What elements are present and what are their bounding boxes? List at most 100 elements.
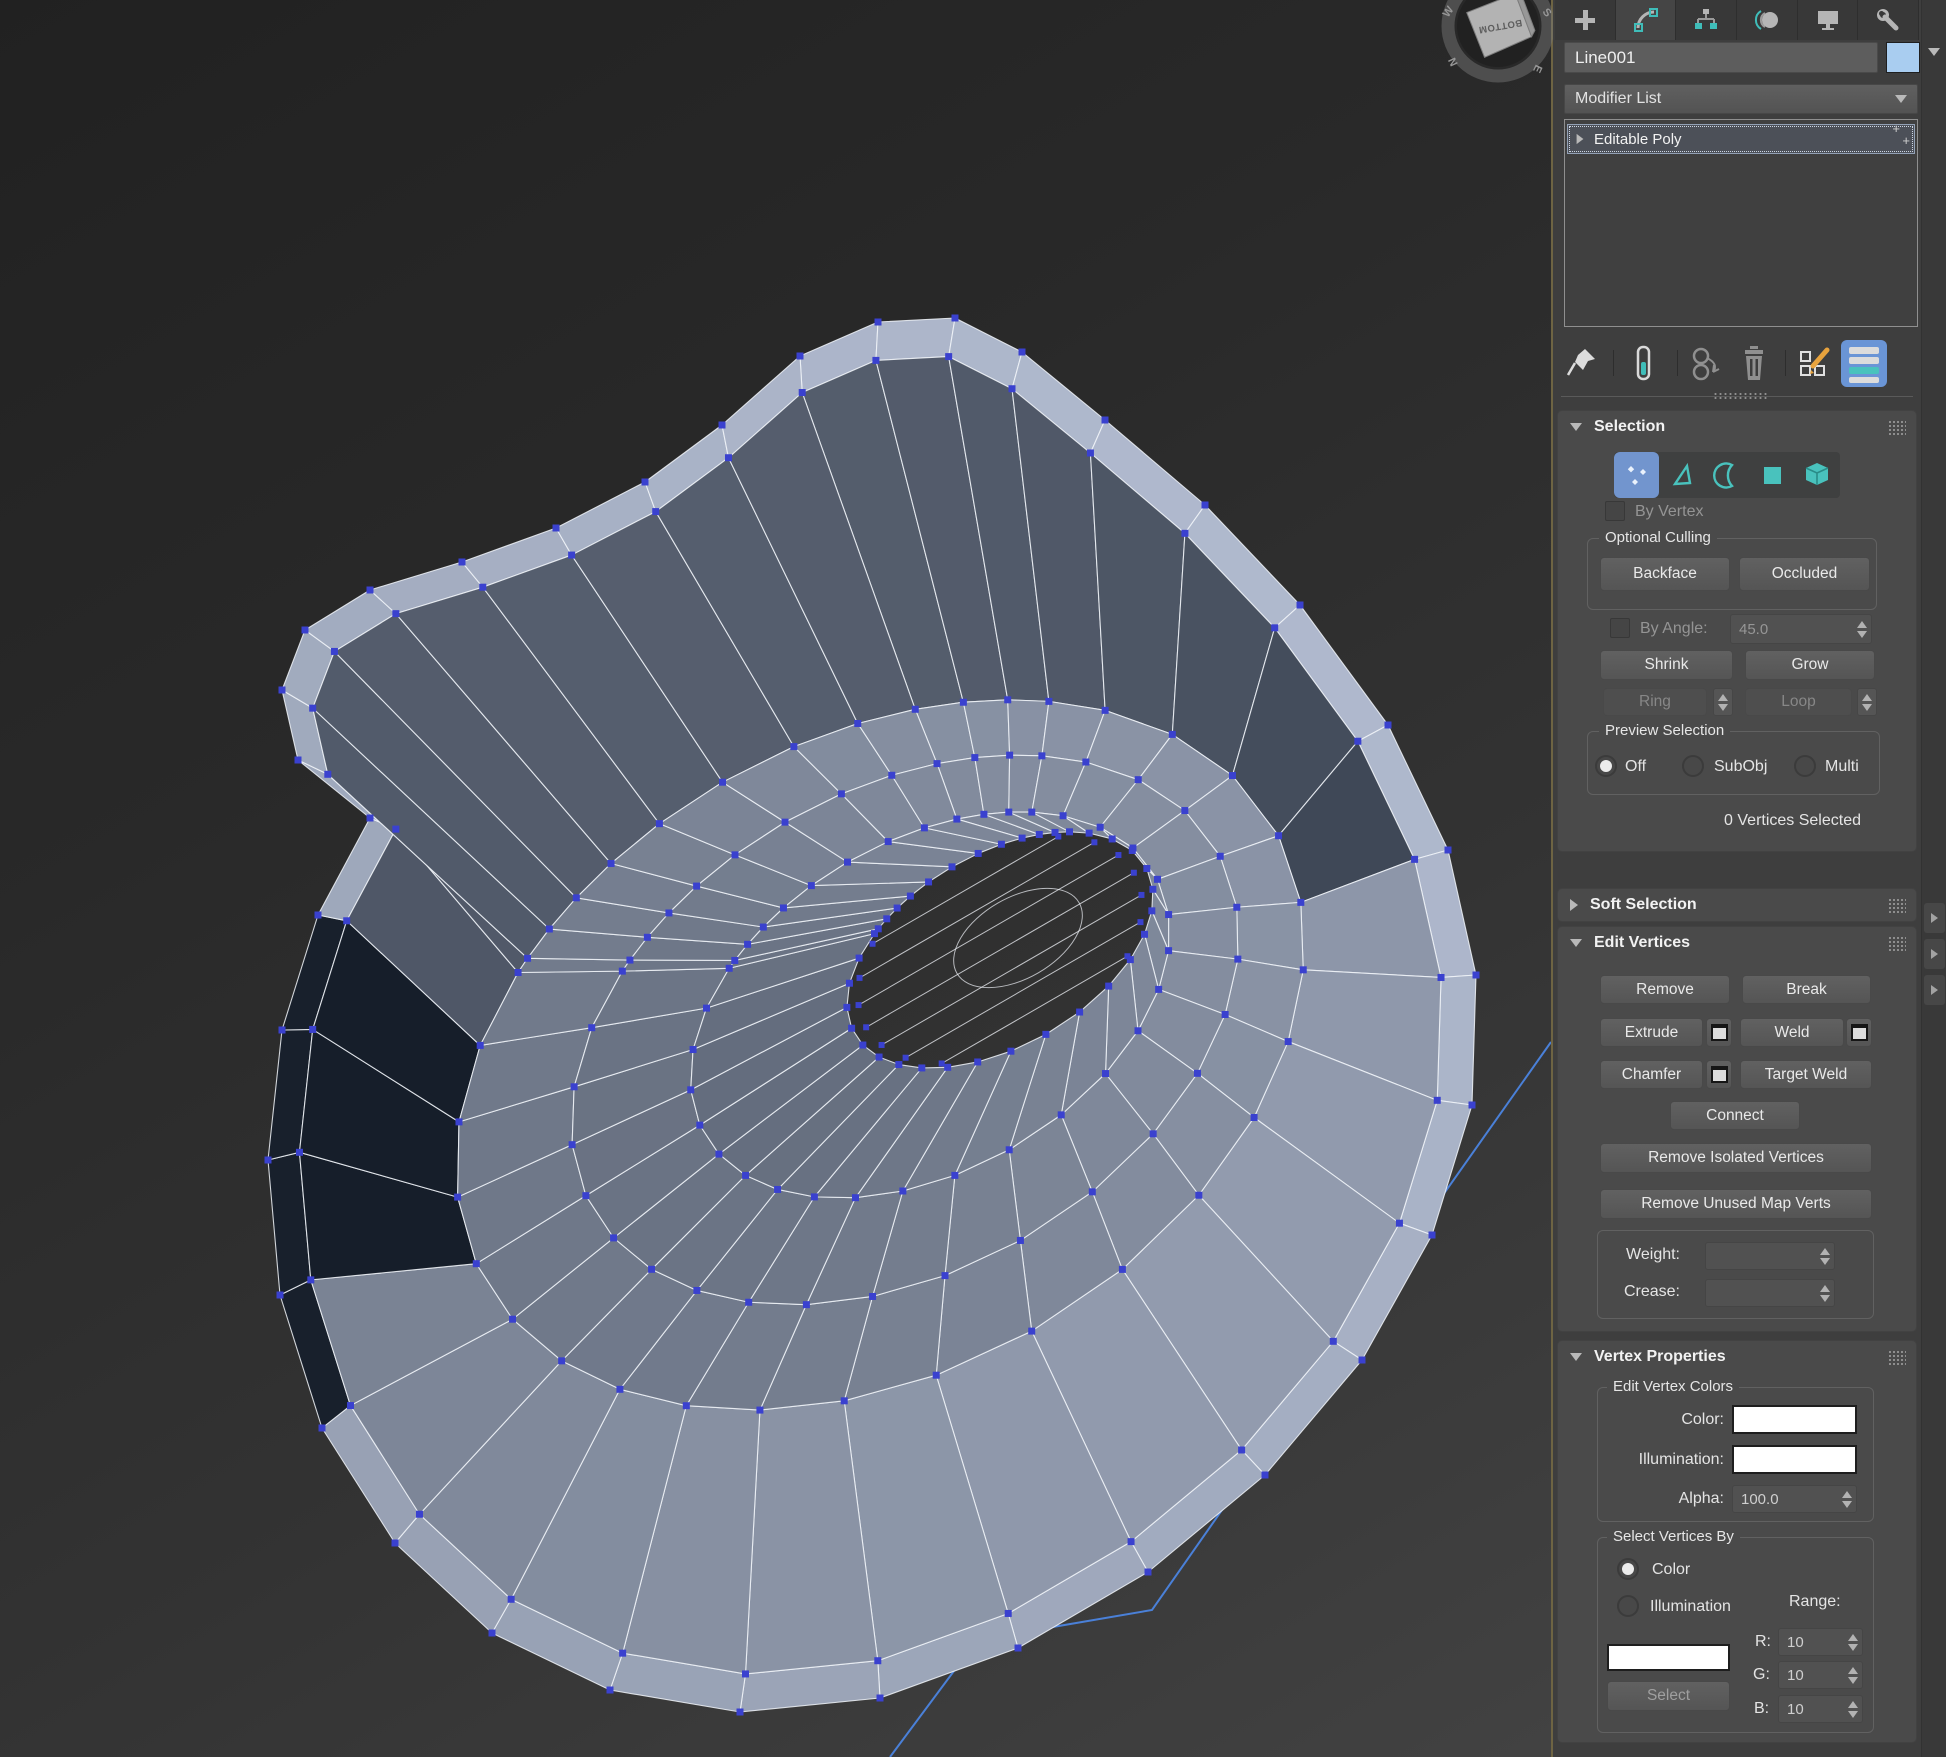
grow-button[interactable]: Grow [1745, 650, 1875, 680]
weight-value [1706, 1243, 1816, 1269]
chamfer-button[interactable]: Chamfer [1600, 1060, 1703, 1089]
rollout-edit-vertices-header[interactable]: Edit Vertices [1558, 927, 1916, 959]
shrink-button[interactable]: Shrink [1600, 650, 1733, 680]
spinner-arrows-icon[interactable] [1816, 1243, 1834, 1269]
g-spinner[interactable]: 10 [1778, 1661, 1863, 1689]
expand-arrow-icon[interactable] [1577, 134, 1584, 144]
rollout-selection-header[interactable]: Selection [1558, 411, 1916, 443]
select-by-illumination-radio[interactable] [1617, 1595, 1639, 1617]
break-button[interactable]: Break [1742, 975, 1871, 1004]
occluded-button[interactable]: Occluded [1739, 557, 1870, 591]
by-angle-spinner[interactable]: 45.0 [1730, 614, 1872, 644]
loop-spinner[interactable] [1857, 688, 1877, 716]
strip-chevron-down-icon[interactable] [1928, 48, 1940, 56]
edit-stack-button[interactable] [1841, 340, 1887, 387]
tab-hierarchy[interactable] [1676, 0, 1737, 40]
by-vertex-checkbox[interactable] [1605, 501, 1625, 521]
settings-window-icon [1851, 1024, 1868, 1041]
spinner-arrows-icon[interactable] [1844, 1696, 1862, 1722]
connect-button[interactable]: Connect [1670, 1101, 1800, 1130]
select-by-color-radio[interactable] [1617, 1558, 1639, 1580]
weld-button[interactable]: Weld [1740, 1018, 1844, 1047]
object-color-swatch[interactable] [1886, 42, 1920, 73]
extrude-settings-button[interactable] [1706, 1018, 1732, 1047]
toolbar-separator [1613, 350, 1614, 376]
show-end-result-icon [1629, 344, 1659, 384]
drag-handle-icon[interactable] [1888, 898, 1906, 913]
weight-spinner[interactable] [1705, 1242, 1835, 1270]
spinner-arrows-icon[interactable] [1838, 1486, 1856, 1512]
preview-multi-radio[interactable] [1794, 755, 1816, 777]
panel-resize-handle[interactable] [1713, 392, 1769, 399]
subobject-border-button[interactable] [1704, 452, 1749, 498]
stack-item-editable-poly[interactable]: Editable Poly + + [1567, 124, 1915, 154]
object-name-field[interactable]: Line001 [1564, 42, 1878, 73]
rollout-vertex-properties-header[interactable]: Vertex Properties [1558, 1341, 1916, 1373]
preview-subobj-label: SubObj [1714, 758, 1767, 776]
remove-unused-map-verts-button[interactable]: Remove Unused Map Verts [1600, 1189, 1872, 1219]
select-button[interactable]: Select [1607, 1681, 1730, 1711]
toolbar-separator [1677, 350, 1678, 376]
rollout-quick-button[interactable] [1924, 903, 1945, 933]
chamfer-settings-button[interactable] [1706, 1060, 1732, 1089]
preview-off-radio[interactable] [1595, 755, 1617, 777]
select-vertices-by-title: Select Vertices By [1607, 1528, 1740, 1545]
illumination-color-swatch[interactable] [1732, 1445, 1857, 1474]
crease-spinner[interactable] [1705, 1279, 1835, 1307]
loop-button[interactable]: Loop [1745, 688, 1852, 716]
selection-status: 0 Vertices Selected [1724, 812, 1861, 830]
color-label: Color: [1657, 1411, 1724, 1429]
r-spinner[interactable]: 10 [1778, 1628, 1863, 1656]
select-by-color-swatch[interactable] [1607, 1644, 1730, 1671]
remove-button[interactable]: Remove [1600, 975, 1730, 1004]
element-icon [1802, 460, 1832, 490]
arrow-right-icon [1931, 949, 1938, 959]
subobject-vertex-button[interactable] [1614, 452, 1659, 498]
rollout-quick-button[interactable] [1924, 939, 1945, 969]
drag-handle-icon[interactable] [1888, 1350, 1906, 1365]
command-panel-tabs [1555, 0, 1919, 40]
rollout-quick-button[interactable] [1924, 975, 1945, 1005]
tab-utilities[interactable] [1858, 0, 1919, 40]
make-unique-button[interactable] [1689, 344, 1727, 384]
alpha-spinner[interactable]: 100.0 [1732, 1485, 1857, 1513]
subobject-edge-button[interactable] [1659, 452, 1704, 498]
drag-handle-icon[interactable] [1888, 936, 1906, 951]
tab-create[interactable] [1555, 0, 1616, 40]
by-angle-checkbox[interactable] [1610, 618, 1630, 638]
target-weld-button[interactable]: Target Weld [1740, 1060, 1872, 1089]
tab-motion[interactable] [1737, 0, 1798, 40]
tab-modify[interactable] [1616, 0, 1677, 40]
viewcube[interactable]: W S N E BOTTOM [1432, 0, 1562, 95]
spinner-arrows-icon[interactable] [1844, 1629, 1862, 1655]
b-spinner[interactable]: 10 [1778, 1695, 1863, 1723]
spinner-arrows-icon[interactable] [1844, 1662, 1862, 1688]
ring-spinner[interactable] [1713, 688, 1733, 716]
preview-subobj-radio[interactable] [1682, 755, 1704, 777]
show-end-result-button[interactable] [1629, 344, 1659, 384]
extrude-button[interactable]: Extrude [1600, 1018, 1703, 1047]
spinner-arrows-icon[interactable] [1853, 615, 1871, 643]
toolbar-separator [1785, 350, 1786, 376]
backface-button[interactable]: Backface [1600, 557, 1730, 591]
viewport[interactable]: W S N E BOTTOM [0, 0, 1553, 1757]
tab-display[interactable] [1798, 0, 1859, 40]
drag-handle-icon[interactable] [1888, 420, 1906, 435]
configure-modifier-sets-button[interactable] [1797, 344, 1833, 384]
weld-settings-button[interactable] [1846, 1018, 1872, 1047]
modifier-stack[interactable]: Editable Poly + + [1564, 119, 1918, 327]
collapse-arrow-icon [1570, 423, 1582, 431]
ring-button[interactable]: Ring [1603, 688, 1707, 716]
remove-modifier-button[interactable] [1737, 344, 1771, 384]
border-icon [1712, 460, 1742, 490]
subobject-polygon-button[interactable] [1749, 452, 1794, 498]
remove-isolated-vertices-button[interactable]: Remove Isolated Vertices [1600, 1143, 1872, 1173]
collapse-arrow-icon [1570, 899, 1578, 911]
rollout-soft-selection-header[interactable]: Soft Selection [1558, 889, 1916, 921]
pin-stack-button[interactable] [1565, 344, 1599, 382]
modifier-list-dropdown[interactable]: Modifier List [1564, 84, 1918, 114]
subobject-element-button[interactable] [1794, 452, 1839, 498]
stack-plus-icon: + [1892, 121, 1900, 136]
vertex-color-swatch[interactable] [1732, 1405, 1857, 1434]
spinner-arrows-icon[interactable] [1816, 1280, 1834, 1306]
